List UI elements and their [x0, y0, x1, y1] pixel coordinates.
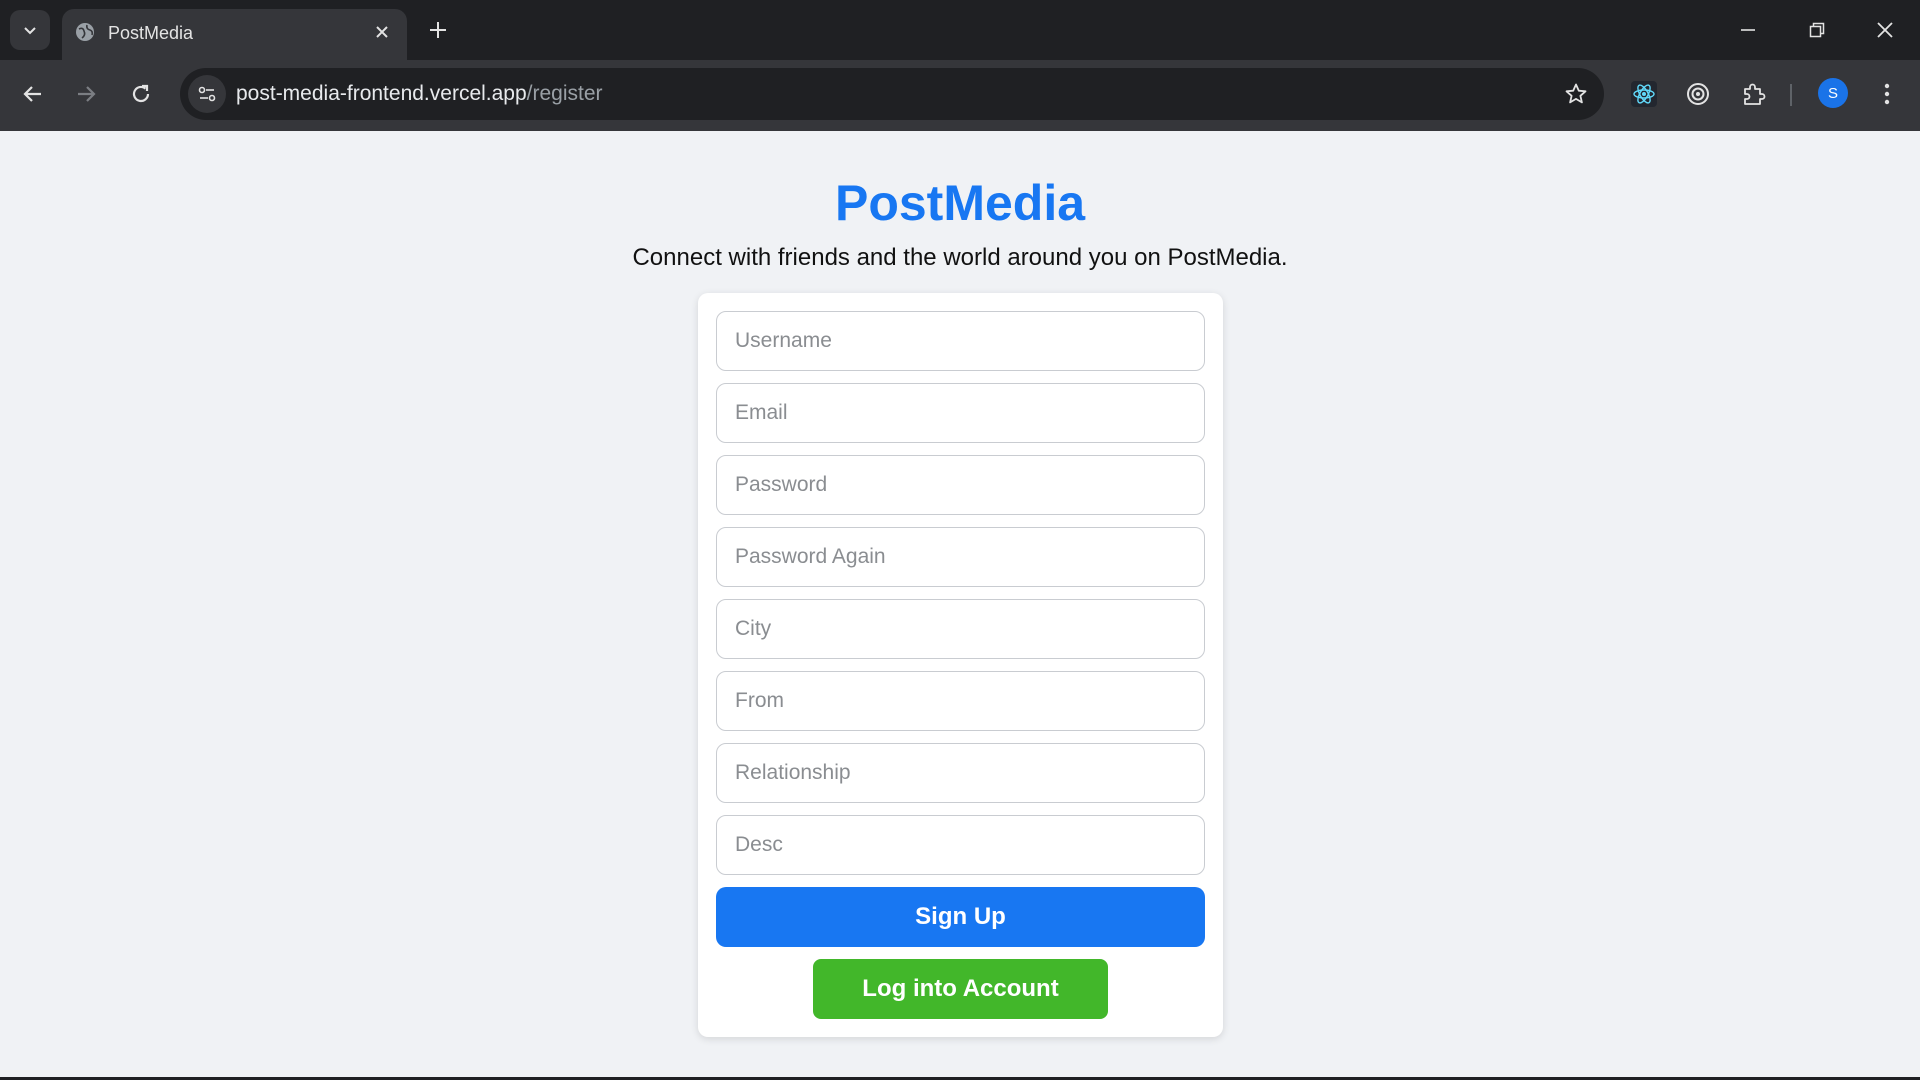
url-path: /register — [526, 82, 603, 105]
react-devtools-extension[interactable] — [1625, 75, 1663, 113]
tune-icon — [198, 86, 216, 102]
chevron-down-icon — [24, 27, 36, 35]
tab-strip: PostMedia — [0, 0, 1920, 60]
tab-search-button[interactable] — [10, 10, 50, 50]
register-card: Sign Up Log into Account — [698, 293, 1223, 1037]
target-icon — [1687, 83, 1709, 105]
puzzle-icon — [1744, 83, 1766, 105]
minimize-button[interactable] — [1713, 0, 1783, 60]
close-icon — [376, 26, 388, 38]
url-host: post-media-frontend.vercel.app — [236, 82, 527, 105]
password-field[interactable] — [716, 455, 1205, 515]
tagline: Connect with friends and the world aroun… — [632, 244, 1288, 271]
close-window-button[interactable] — [1850, 0, 1920, 60]
sign-up-button[interactable]: Sign Up — [716, 887, 1205, 947]
address-bar[interactable]: post-media-frontend.vercel.app/register — [180, 68, 1604, 120]
arrow-right-icon — [78, 86, 96, 102]
react-devtools-icon — [1631, 81, 1657, 107]
email-field[interactable] — [716, 383, 1205, 443]
forward-button[interactable] — [66, 74, 106, 114]
reload-icon — [132, 84, 150, 103]
restore-button[interactable] — [1782, 0, 1852, 60]
from-field[interactable] — [716, 671, 1205, 731]
city-field[interactable] — [716, 599, 1205, 659]
new-tab-button[interactable] — [420, 12, 456, 48]
extensions-button[interactable] — [1734, 75, 1772, 113]
log-into-account-button[interactable]: Log into Account — [813, 959, 1108, 1019]
toolbar-divider — [1790, 84, 1792, 106]
password-again-field[interactable] — [716, 527, 1205, 587]
target-extension[interactable] — [1679, 75, 1717, 113]
close-icon — [1877, 22, 1893, 38]
minimize-icon — [1741, 29, 1755, 31]
browser-tab[interactable]: PostMedia — [62, 9, 407, 60]
username-field[interactable] — [716, 311, 1205, 371]
restore-icon — [1809, 22, 1825, 38]
globe-icon — [76, 23, 94, 41]
arrow-left-icon — [23, 86, 41, 102]
app-logo[interactable]: PostMedia — [0, 174, 1920, 232]
desc-field[interactable] — [716, 815, 1205, 875]
star-icon — [1565, 83, 1587, 104]
back-button[interactable] — [13, 74, 53, 114]
relationship-field[interactable] — [716, 743, 1205, 803]
browser-menu-button[interactable] — [1868, 75, 1906, 113]
site-info-button[interactable] — [188, 75, 226, 113]
browser-toolbar: post-media-frontend.vercel.app/register … — [0, 60, 1920, 131]
register-page: PostMedia Connect with friends and the w… — [0, 131, 1920, 1080]
bookmark-button[interactable] — [1562, 80, 1590, 108]
plus-icon — [430, 22, 446, 38]
profile-avatar[interactable]: S — [1818, 78, 1848, 108]
tab-title: PostMedia — [108, 23, 194, 43]
url-text: post-media-frontend.vercel.app/register — [236, 82, 603, 106]
more-vertical-icon — [1884, 83, 1890, 105]
tab-close-button[interactable] — [369, 19, 395, 45]
reload-button[interactable] — [121, 74, 161, 114]
